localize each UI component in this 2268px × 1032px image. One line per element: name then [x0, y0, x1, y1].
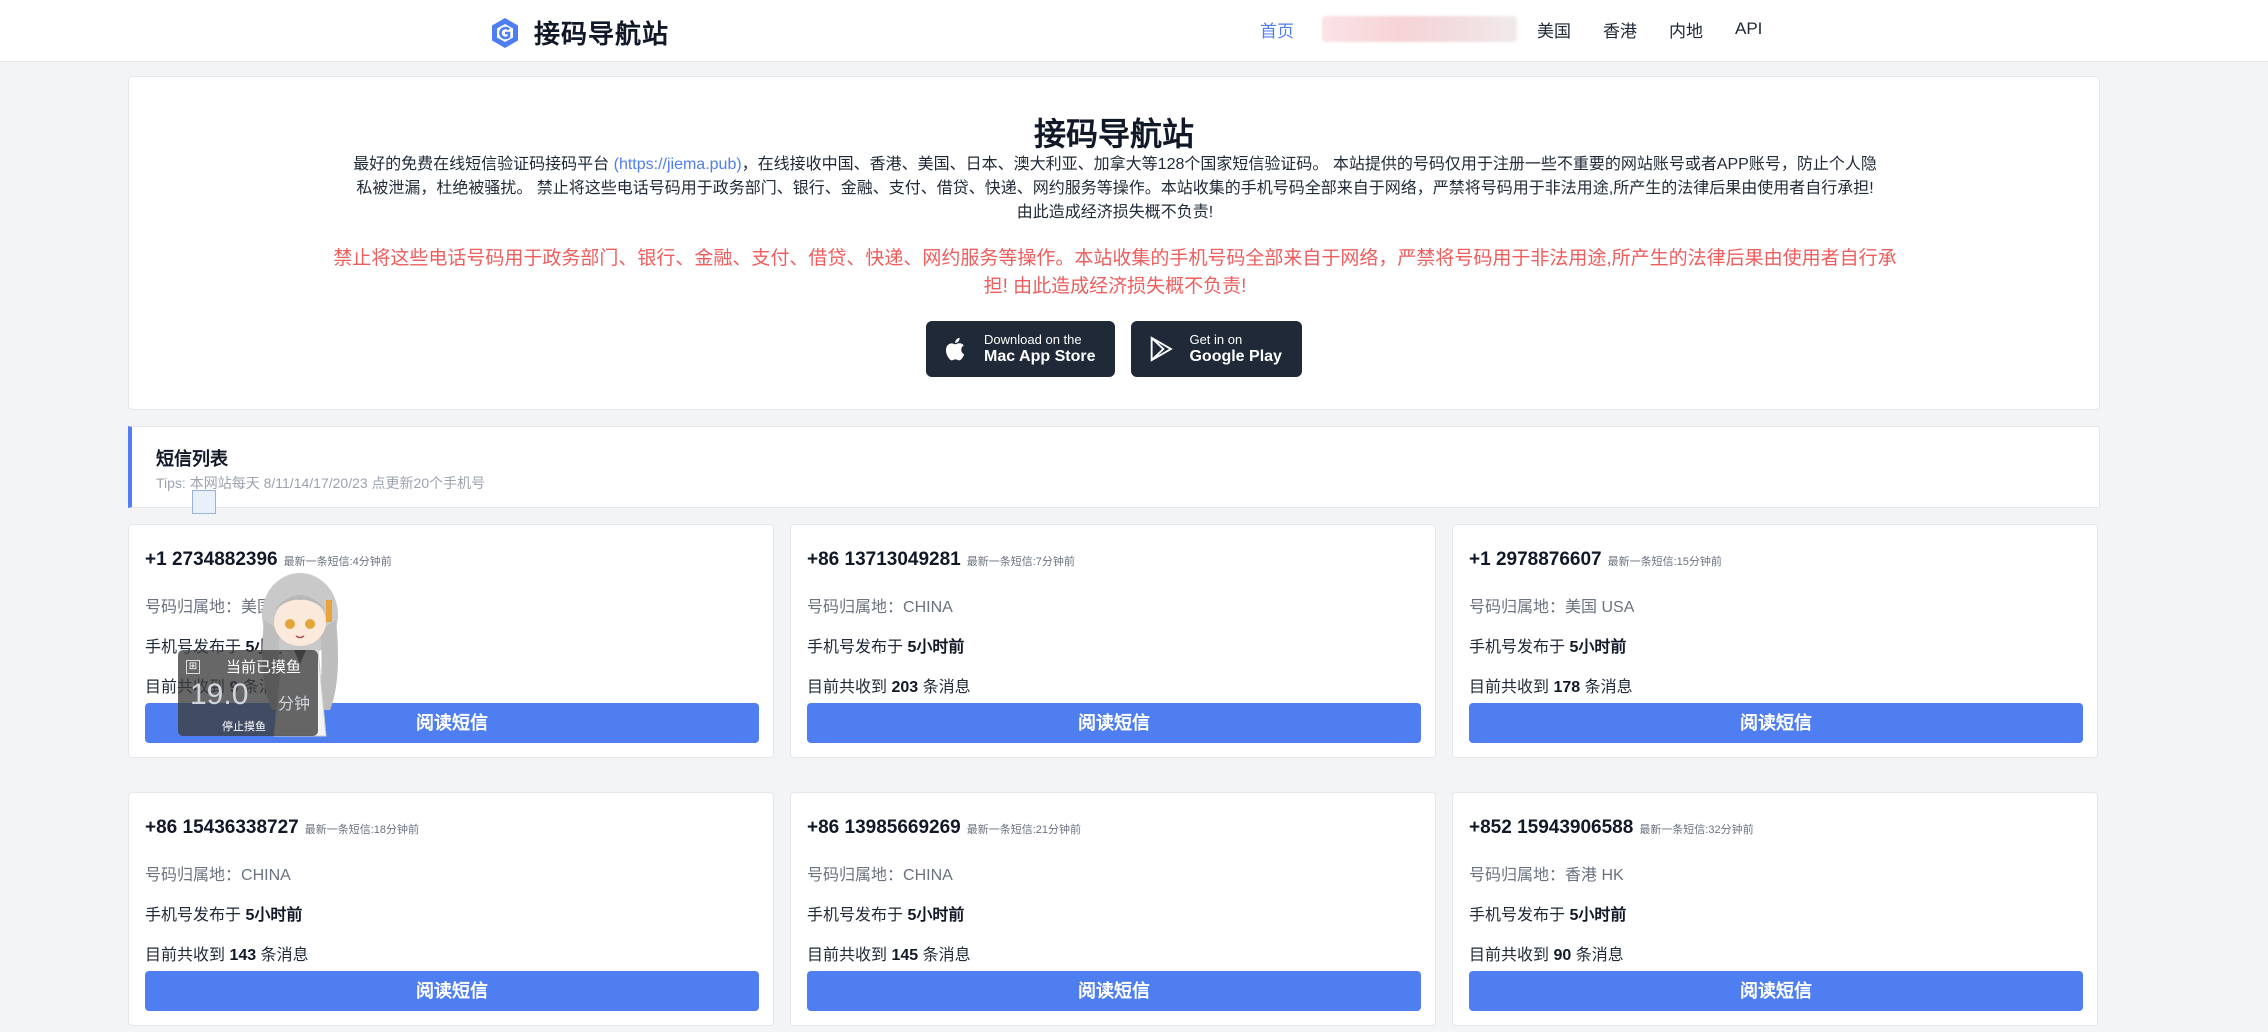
nav-usa[interactable]: 美国 [1537, 17, 1571, 42]
google-play-icon [1151, 336, 1174, 362]
published-time: 手机号发布于 5小时前 [807, 907, 965, 924]
stop-timer-button[interactable]: 停止摸鱼 [222, 718, 266, 734]
timer-value: 19.0 [190, 678, 249, 711]
google-play-small-text: Get in on [1189, 331, 1243, 347]
read-sms-button[interactable]: 阅读短信 [1469, 971, 2083, 1011]
latest-sms-time: 最新一条短信:21分钟前 [966, 824, 1082, 836]
number-location: 号码归属地：美国 USA [1469, 599, 1635, 616]
number-location: 号码归属地：香港 HK [1469, 867, 1624, 884]
intro-warning: 禁止将这些电话号码用于政务部门、银行、金融、支付、借贷、快递、网约服务等操作。本… [333, 248, 1897, 297]
google-play-big-text: Google Play [1189, 347, 1282, 365]
latest-sms-time: 最新一条短信:15分钟前 [1607, 556, 1722, 568]
latest-sms-time: 最新一条短信:7分钟前 [966, 556, 1075, 568]
published-time: 手机号发布于 5小时前 [807, 639, 965, 656]
logo-text: 接码导航站 [534, 19, 670, 49]
site-logo[interactable]: 接码导航站 [490, 14, 669, 51]
apple-icon [946, 337, 965, 361]
logo-icon [492, 17, 518, 48]
intro-description: 最好的免费在线短信验证码接码平台 (https://jiema.pub)，在线接… [349, 153, 1881, 225]
number-location: 号码归属地：CHINA [807, 599, 953, 616]
published-time: 手机号发布于 5小时前 [1469, 907, 1627, 924]
message-count: 目前共收到 178 条消息 [1469, 679, 1633, 696]
message-count: 目前共收到 145 条消息 [807, 947, 971, 964]
nav-home[interactable]: 首页 [1260, 17, 1294, 42]
top-navbar: 接码导航站 首页 美国 香港 内地 API [0, 0, 2268, 62]
nav-api[interactable]: API [1735, 19, 1762, 39]
broken-image-icon [192, 490, 216, 514]
mac-app-store-button[interactable]: Download on the Mac App Store [926, 321, 1116, 377]
read-sms-button[interactable]: 阅读短信 [807, 971, 1421, 1011]
intro-title: 接码导航站 [1033, 116, 1194, 152]
sms-list-title: 短信列表 [156, 449, 228, 469]
number-location: 号码归属地：CHINA [145, 867, 291, 884]
latest-sms-time: 最新一条短信:18分钟前 [304, 824, 420, 836]
blurred-ad-banner[interactable] [1322, 16, 1517, 42]
read-sms-button[interactable]: 阅读短信 [1469, 703, 2083, 743]
site-link[interactable]: (https://jiema.pub) [614, 156, 742, 173]
intro-desc-before: 最好的免费在线短信验证码接码平台 [353, 156, 614, 173]
published-time: 手机号发布于 5小时前 [1469, 639, 1627, 656]
widget-menu-icon[interactable]: ⊞ [186, 659, 200, 674]
app-store-big-text: Mac App Store [984, 347, 1096, 365]
message-count: 目前共收到 143 条消息 [145, 947, 309, 964]
timer-unit: 分钟 [278, 696, 311, 713]
message-count: 目前共收到 203 条消息 [807, 679, 971, 696]
nav-mainland[interactable]: 内地 [1669, 17, 1703, 42]
published-time: 手机号发布于 5小时前 [145, 907, 303, 924]
main-nav: 首页 美国 香港 内地 API [1260, 0, 1794, 58]
phone-card: +86 15436338727 最新一条短信:18分钟前 号码归属地：CHINA … [128, 792, 774, 1026]
sms-list-header: 短信列表 Tips: 本网站每天 8/11/14/17/20/23 点更新20个… [128, 426, 2100, 508]
read-sms-button[interactable]: 阅读短信 [145, 971, 759, 1011]
read-sms-button[interactable]: 阅读短信 [807, 703, 1421, 743]
phone-card: +852 15943906588 最新一条短信:32分钟前 号码归属地：香港 HK… [1452, 792, 2098, 1026]
latest-sms-time: 最新一条短信:32分钟前 [1639, 824, 1754, 836]
phone-number[interactable]: +86 13985669269 最新一条短信:21分钟前 [807, 817, 1081, 839]
phone-number[interactable]: +852 15943906588 最新一条短信:32分钟前 [1469, 817, 1754, 839]
intro-card: 接码导航站 最好的免费在线短信验证码接码平台 (https://jiema.pu… [128, 76, 2100, 410]
google-play-button[interactable]: Get in on Google Play [1131, 321, 1302, 377]
phone-number[interactable]: +1 2978876607 最新一条短信:15分钟前 [1469, 549, 1722, 571]
app-store-small-text: Download on the [984, 331, 1082, 347]
fishing-timer-widget: ⊞ 当前已摸鱼 19.0 分钟 停止摸鱼 [178, 650, 318, 736]
store-buttons: Download on the Mac App Store Get in on … [129, 321, 2099, 377]
phone-number[interactable]: +86 15436338727 最新一条短信:18分钟前 [145, 817, 419, 839]
message-count: 目前共收到 90 条消息 [1469, 947, 1624, 964]
nav-hongkong[interactable]: 香港 [1603, 17, 1637, 42]
phone-card: +86 13713049281 最新一条短信:7分钟前 号码归属地：CHINA 手… [790, 524, 1436, 758]
number-location: 号码归属地：CHINA [807, 867, 953, 884]
phone-card: +86 13985669269 最新一条短信:21分钟前 号码归属地：CHINA … [790, 792, 1436, 1026]
widget-title: 当前已摸鱼 [226, 659, 302, 676]
phone-number[interactable]: +86 13713049281 最新一条短信:7分钟前 [807, 549, 1075, 571]
phone-card: +1 2978876607 最新一条短信:15分钟前 号码归属地：美国 USA 手… [1452, 524, 2098, 758]
